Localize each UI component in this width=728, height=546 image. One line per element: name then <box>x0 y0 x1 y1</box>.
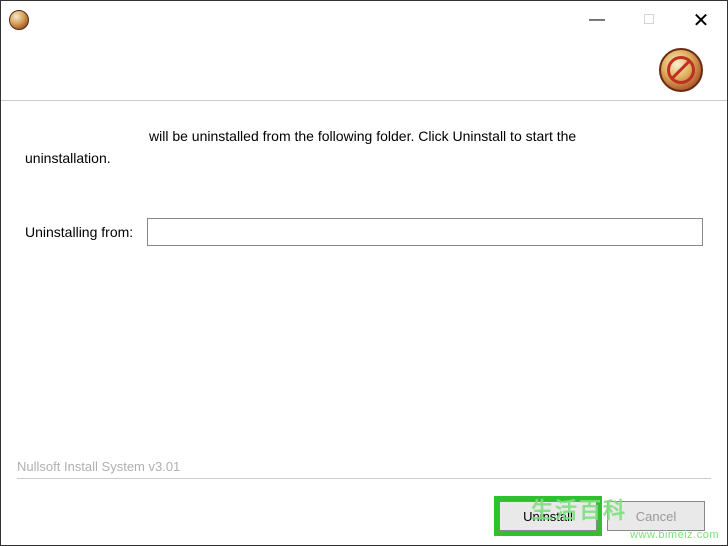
footer-line <box>17 478 711 479</box>
app-icon <box>9 10 29 30</box>
footer-divider: Nullsoft Install System v3.01 <box>17 459 711 479</box>
header-area <box>1 39 727 101</box>
titlebar: — □ ✕ <box>1 1 727 39</box>
content-area: will be uninstalled from the following f… <box>1 101 727 246</box>
uninstall-button[interactable]: Uninstall <box>499 501 597 531</box>
uninstall-path-field <box>147 218 703 246</box>
minimize-button[interactable]: — <box>571 1 623 39</box>
brand-icon <box>659 48 703 92</box>
maximize-button: □ <box>623 1 675 39</box>
instruction-line-2: uninstallation. <box>25 150 111 166</box>
uninstall-path-label: Uninstalling from: <box>25 224 133 240</box>
uninstall-path-row: Uninstalling from: <box>25 218 703 246</box>
window-controls: — □ ✕ <box>571 1 727 39</box>
instruction-line-1: will be uninstalled from the following f… <box>25 125 703 147</box>
footer-branding: Nullsoft Install System v3.01 <box>17 459 711 476</box>
close-button[interactable]: ✕ <box>675 1 727 39</box>
cancel-button: Cancel <box>607 501 705 531</box>
instruction-text: will be uninstalled from the following f… <box>25 125 703 170</box>
button-row: Uninstall Cancel <box>499 501 705 531</box>
